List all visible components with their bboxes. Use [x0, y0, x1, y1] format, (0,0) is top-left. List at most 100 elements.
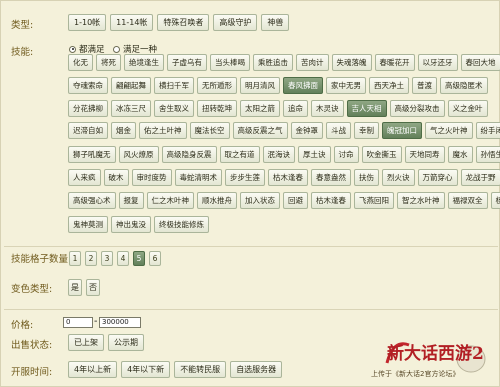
skill-option-button[interactable]: 报复: [118, 192, 144, 209]
skill-option-button[interactable]: 绝境逢生: [124, 54, 164, 71]
skill-option-button[interactable]: 魔水: [447, 146, 473, 163]
skill-option-button[interactable]: 当头棒喝: [210, 54, 250, 71]
skill-option-button[interactable]: 春回大地: [460, 54, 500, 71]
status-label: 出售状态:: [11, 340, 53, 351]
skill-option-button[interactable]: 高级强心术: [68, 192, 116, 209]
skill-option-button[interactable]: 取之有道: [219, 146, 260, 163]
skill-option-button[interactable]: 春风拂面: [283, 77, 323, 94]
skill-option-button[interactable]: 翩翩起舞: [111, 77, 151, 94]
slot-option-button[interactable]: 1: [69, 251, 81, 266]
skill-option-button[interactable]: 神出鬼没: [111, 216, 151, 233]
variant-option-button[interactable]: 否: [86, 279, 100, 296]
skill-option-button[interactable]: 纷手闭罚: [475, 122, 500, 139]
skill-option-button[interactable]: 高级隐匿术: [440, 77, 488, 94]
skill-option-button[interactable]: 冰冻三尺: [111, 100, 151, 117]
skill-option-button[interactable]: 失魂落魄: [331, 54, 372, 71]
skill-option-button[interactable]: 智之水叶神: [397, 192, 445, 209]
skill-option-button[interactable]: 乘胜追击: [253, 54, 293, 71]
slot-option-button[interactable]: 2: [85, 251, 97, 266]
skill-option-button[interactable]: 分花拂柳: [68, 100, 108, 117]
skill-option-button[interactable]: 破木: [103, 169, 129, 186]
skill-option-button[interactable]: 无所遁形: [197, 77, 237, 94]
skill-option-button[interactable]: 春意盎然: [311, 169, 351, 186]
skill-option-button[interactable]: 扶伤: [354, 169, 379, 186]
time-option-button[interactable]: 4年以上新: [68, 361, 118, 378]
skill-option-button[interactable]: 烈火诀: [382, 169, 415, 186]
skill-option-button[interactable]: 龙战于野: [460, 169, 500, 186]
skill-option-button[interactable]: 核火: [490, 192, 500, 209]
price-max-input[interactable]: 300000: [99, 317, 141, 328]
skill-option-button[interactable]: 佑之土叶神: [139, 122, 187, 139]
skill-option-button[interactable]: 步步生莲: [225, 169, 265, 186]
skill-option-button[interactable]: 苦肉计: [296, 54, 329, 71]
type-option-button[interactable]: 1-10帐: [68, 14, 107, 31]
skill-option-button[interactable]: 天地同寿: [404, 146, 445, 163]
skill-option-button[interactable]: 烟金: [111, 122, 136, 139]
skill-option-button[interactable]: 斗战: [326, 122, 351, 139]
type-option-button[interactable]: 11-14帐: [110, 14, 154, 31]
skill-option-button[interactable]: 毒蛇清明术: [174, 169, 222, 186]
price-min-input[interactable]: 0: [63, 317, 93, 328]
skill-option-button[interactable]: 飞燕回阳: [354, 192, 394, 209]
skill-option-button[interactable]: 迟滞自如: [68, 122, 108, 139]
skill-option-button[interactable]: 横扫千军: [154, 77, 194, 94]
skill-option-button[interactable]: 万箭穿心: [417, 169, 458, 186]
skill-option-button[interactable]: 顺水推舟: [197, 192, 237, 209]
skill-option-button[interactable]: 子虚乌有: [167, 54, 207, 71]
slot-option-button[interactable]: 4: [117, 251, 129, 266]
type-option-button[interactable]: 高级守护: [213, 14, 258, 31]
skill-option-button[interactable]: 鬼神莫测: [68, 216, 108, 233]
skill-option-button[interactable]: 魔法长空: [189, 122, 230, 139]
slot-option-button[interactable]: 3: [101, 251, 113, 266]
skill-option-button[interactable]: 以牙还牙: [417, 54, 458, 71]
skill-option-button[interactable]: 高级隐身反震: [161, 146, 217, 163]
slot-option-button[interactable]: 5: [133, 251, 145, 266]
slot-option-button[interactable]: 6: [149, 251, 161, 266]
variant-option-button[interactable]: 是: [68, 279, 82, 296]
skill-option-button[interactable]: 泯海诀: [262, 146, 295, 163]
skill-option-button[interactable]: 气之火叶神: [425, 122, 473, 139]
skill-option-button[interactable]: 讨命: [333, 146, 359, 163]
skill-option-button[interactable]: 吉人天相: [346, 100, 387, 117]
type-option-button[interactable]: 特殊召唤者: [157, 14, 210, 31]
skill-option-button[interactable]: 春暖花开: [374, 54, 415, 71]
skill-option-button[interactable]: 吹金撕玉: [361, 146, 402, 163]
skill-option-button[interactable]: 明月清风: [240, 77, 280, 94]
skill-option-button[interactable]: 孙悟生体: [475, 146, 500, 163]
time-option-button[interactable]: 不能转民服: [174, 361, 227, 378]
skill-option-button[interactable]: 扭转乾坤: [197, 100, 237, 117]
skill-option-button[interactable]: 将死: [96, 54, 121, 71]
skill-option-button[interactable]: 人来疯: [68, 169, 101, 186]
skill-option-button[interactable]: 加入状态: [240, 192, 280, 209]
skill-option-button[interactable]: 木灵诀: [311, 100, 344, 117]
skill-option-button[interactable]: 审时度势: [131, 169, 172, 186]
skill-option-button[interactable]: 太阳之箭: [240, 100, 280, 117]
skill-option-button[interactable]: 追命: [283, 100, 308, 117]
skill-option-button[interactable]: 义之金叶: [447, 100, 488, 117]
skill-option-button[interactable]: 金钟罩: [290, 122, 323, 139]
skill-option-button[interactable]: 西天净土: [369, 77, 409, 94]
skill-option-button[interactable]: 终极技能修炼: [154, 216, 209, 233]
skill-option-button[interactable]: 福禄双全: [447, 192, 488, 209]
skill-option-button[interactable]: 高级分裂攻击: [389, 100, 445, 117]
skill-option-button[interactable]: 仁之木叶神: [146, 192, 194, 209]
time-option-button[interactable]: 4年以下新: [121, 361, 171, 378]
skill-option-button[interactable]: 回避: [283, 192, 308, 209]
skill-option-button[interactable]: 狮子吼魔无: [68, 146, 116, 163]
skill-option-button[interactable]: 化无: [68, 54, 93, 71]
status-option-button[interactable]: 已上架: [68, 334, 104, 351]
skill-option-button[interactable]: 舍生取义: [154, 100, 194, 117]
skill-option-button[interactable]: 风火燎原: [118, 146, 159, 163]
skill-option-button[interactable]: 高级反震之气: [232, 122, 288, 139]
skill-option-button[interactable]: 魄冠加口: [382, 122, 422, 139]
skill-option-button[interactable]: 幸制: [354, 122, 379, 139]
skill-option-button[interactable]: 厚土诀: [298, 146, 331, 163]
status-option-button[interactable]: 公示期: [108, 334, 144, 351]
time-option-button[interactable]: 自选服务器: [230, 361, 283, 378]
skill-option-button[interactable]: 枯木逢春: [268, 169, 308, 186]
skill-option-button[interactable]: 夺魂索命: [68, 77, 108, 94]
skill-option-button[interactable]: 枯木逢春: [311, 192, 351, 209]
type-option-button[interactable]: 神兽: [261, 14, 290, 31]
skill-option-button[interactable]: 家中无男: [326, 77, 366, 94]
skill-option-button[interactable]: 普渡: [412, 77, 437, 94]
